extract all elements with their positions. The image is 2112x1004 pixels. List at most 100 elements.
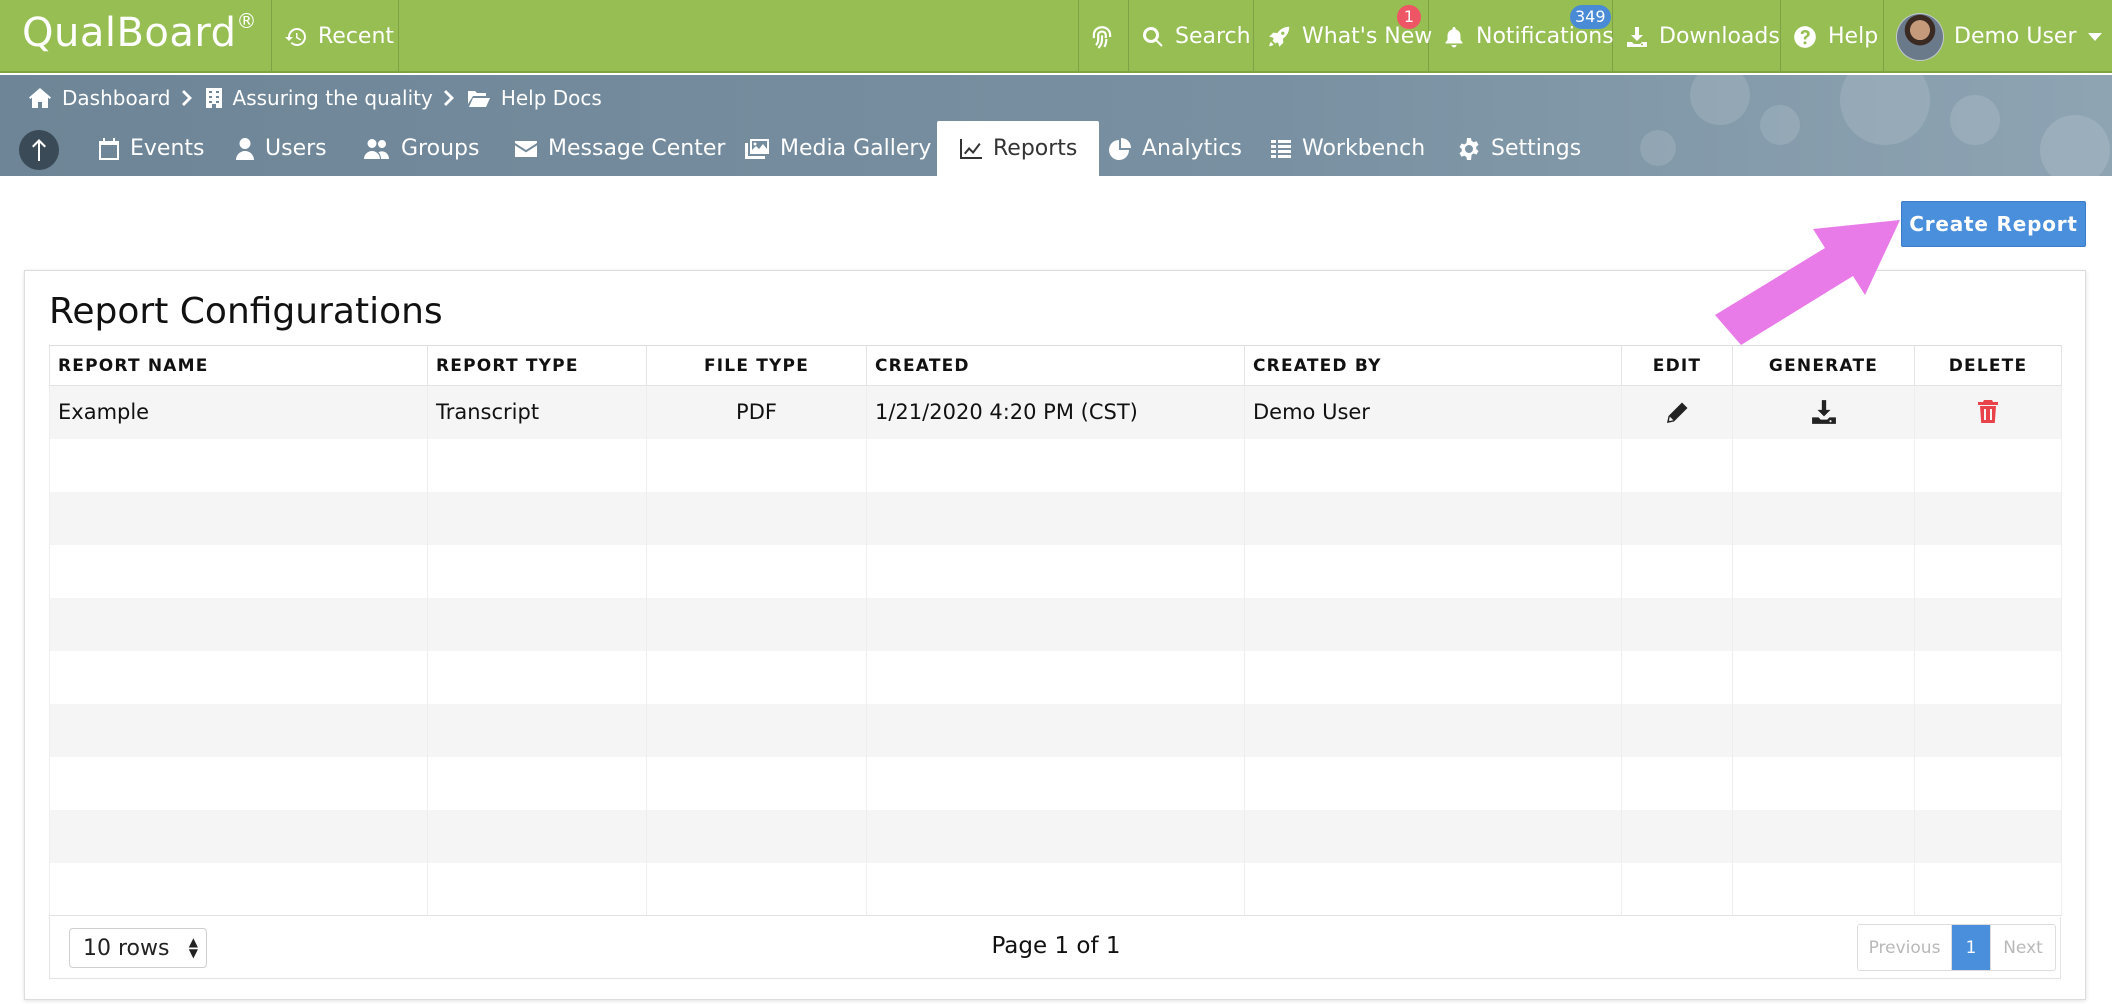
generate-cell (1732, 385, 1915, 439)
logo-mark: ® (236, 8, 258, 33)
column-header: DELETE (1914, 345, 2062, 386)
question-circle-icon (1794, 25, 1816, 48)
fingerprint-button[interactable] (1089, 0, 1115, 73)
tab-events[interactable]: Events (98, 121, 205, 176)
tab-label: Users (265, 136, 327, 161)
previous-button[interactable]: Previous (1858, 925, 1951, 970)
column-header: GENERATE (1732, 345, 1915, 386)
pencil-icon[interactable] (1665, 401, 1689, 425)
tab-label: Media Gallery (780, 136, 932, 161)
search-label: Search (1175, 24, 1251, 49)
breadcrumb: Dashboard Assuring the quality Help Docs (28, 83, 602, 113)
report-name-cell: Example (49, 385, 428, 439)
search-icon (1142, 26, 1163, 47)
divider (1253, 0, 1254, 71)
user-menu[interactable]: Demo User (1896, 0, 2103, 73)
report-configurations-panel: Report Configurations REPORT NAME REPORT… (24, 270, 2086, 1000)
created-cell: 1/21/2020 4:20 PM (CST) (866, 385, 1245, 439)
breadcrumb-item-project[interactable]: Assuring the quality (233, 86, 433, 110)
notifications-badge: 349 (1570, 5, 1611, 29)
user-name: Demo User (1954, 24, 2077, 49)
table-row (49, 809, 2062, 863)
divider (1883, 0, 1884, 71)
column-header[interactable]: FILE TYPE (646, 345, 867, 386)
page-info: Page 1 of 1 (991, 933, 1121, 959)
tab-media-gallery[interactable]: Media Gallery (744, 121, 931, 176)
table-header: REPORT NAME REPORT TYPE FILE TYPE CREATE… (49, 345, 2062, 386)
gear-icon (1459, 137, 1479, 160)
tab-reports[interactable]: Reports (937, 121, 1100, 176)
table-row (49, 544, 2062, 598)
column-header[interactable]: CREATED (866, 345, 1245, 386)
list-icon (1271, 139, 1291, 158)
reports-table: REPORT NAME REPORT TYPE FILE TYPE CREATE… (49, 345, 2062, 916)
divider (271, 0, 272, 71)
create-report-button[interactable]: Create Report (1901, 201, 2086, 247)
tab-message-center[interactable]: Message Center (514, 121, 725, 176)
divider (1428, 0, 1429, 71)
tab-label: Message Center (548, 136, 726, 161)
envelope-icon (515, 140, 537, 157)
images-icon (745, 138, 769, 159)
top-bar: QualBoard® Recent Search What's New 1 No… (0, 0, 2112, 73)
table-row (49, 438, 2062, 492)
tab-groups[interactable]: Groups (363, 121, 479, 176)
divider (1612, 0, 1613, 71)
help-label: Help (1828, 24, 1879, 49)
tab-users[interactable]: Users (235, 121, 327, 176)
column-header[interactable]: REPORT NAME (49, 345, 428, 386)
table-footer: 10 rows ▲ ▼ Page 1 of 1 Previous 1 Next (49, 917, 2061, 979)
downloads-label: Downloads (1659, 24, 1780, 49)
avatar (1896, 12, 1944, 61)
pagination: Previous 1 Next (1857, 924, 2056, 971)
tab-label: Events (130, 136, 205, 161)
divider (1078, 0, 1079, 71)
divider (398, 0, 399, 71)
file-type-cell: PDF (646, 385, 867, 439)
folder-open-icon (467, 91, 490, 107)
tab-settings[interactable]: Settings (1457, 121, 1581, 176)
tab-workbench[interactable]: Workbench (1270, 121, 1425, 176)
page-button-current[interactable]: 1 (1951, 925, 1991, 970)
tab-label: Analytics (1142, 136, 1242, 161)
download-icon (1627, 26, 1647, 47)
column-header: EDIT (1621, 345, 1733, 386)
up-level-button[interactable] (19, 130, 59, 170)
table-row (49, 703, 2062, 757)
tab-label: Groups (401, 136, 480, 161)
help-button[interactable]: Help (1792, 0, 1878, 73)
calendar-icon (99, 137, 119, 160)
search-button[interactable]: Search (1141, 0, 1251, 73)
rocket-icon (1269, 26, 1290, 47)
chevron-right-icon (181, 90, 192, 106)
tab-label: Reports (993, 136, 1078, 161)
tab-label: Workbench (1302, 136, 1426, 161)
breadcrumb-item-dashboard[interactable]: Dashboard (62, 86, 171, 110)
sub-header: Dashboard Assuring the quality Help Docs… (0, 75, 2112, 176)
building-icon (205, 88, 222, 108)
table-row (49, 650, 2062, 704)
tab-label: Settings (1491, 136, 1582, 161)
user-icon (236, 137, 254, 160)
table-row (49, 597, 2062, 651)
download-icon[interactable] (1811, 399, 1837, 425)
column-header[interactable]: CREATED BY (1244, 345, 1622, 386)
next-button[interactable]: Next (1991, 925, 2055, 970)
history-icon (285, 27, 306, 46)
trash-icon[interactable] (1977, 399, 1999, 425)
tab-analytics[interactable]: Analytics (1108, 121, 1242, 176)
table-row (49, 491, 2062, 545)
app-logo[interactable]: QualBoard® (22, 8, 258, 56)
decor-bubble (1690, 75, 1750, 125)
recent-button[interactable]: Recent (284, 0, 394, 73)
column-header[interactable]: REPORT TYPE (427, 345, 647, 386)
table-row (49, 756, 2062, 810)
recent-label: Recent (318, 24, 395, 49)
chart-line-icon (960, 138, 982, 159)
downloads-button[interactable]: Downloads (1625, 0, 1780, 73)
users-icon (364, 138, 389, 159)
divider (1780, 0, 1781, 71)
main-nav: Events Users Groups Message Center Media… (0, 121, 2112, 176)
fingerprint-icon (1092, 25, 1112, 49)
table-row (49, 862, 2062, 916)
